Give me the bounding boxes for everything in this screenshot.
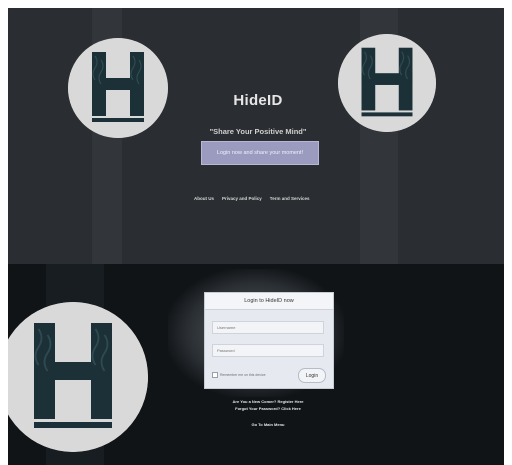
tagline: "Share Your Positive Mind"	[209, 127, 307, 136]
privacy-policy-link[interactable]: Privacy and Policy	[222, 196, 262, 201]
login-button[interactable]: Login	[298, 368, 326, 383]
remember-label: Remember me on this device	[220, 373, 266, 377]
h-logo-icon	[8, 302, 148, 452]
terms-link[interactable]: Term and Services	[270, 196, 310, 201]
remember-me[interactable]: Remember me on this device	[212, 372, 266, 378]
register-link[interactable]: Are You a New Comer? Register Here	[204, 398, 332, 405]
login-help-links: Are You a New Comer? Register Here Forgo…	[204, 398, 332, 428]
username-input[interactable]	[212, 321, 324, 334]
logo-left	[68, 38, 168, 138]
login-card: Login to HideID now Remember me on this …	[204, 292, 334, 389]
forgot-password-link[interactable]: Forgot Your Password? Click Here	[204, 405, 332, 412]
landing-screen: HideID "Share Your Positive Mind" Login …	[8, 8, 504, 264]
brand-title: HideID	[233, 92, 283, 109]
login-cta-button[interactable]: Login now and share your moment!	[201, 141, 319, 165]
main-menu-link[interactable]: Go To Main Menu	[204, 421, 332, 428]
h-logo-icon	[68, 38, 168, 138]
password-input[interactable]	[212, 344, 324, 357]
login-card-title: Login to HideID now	[205, 293, 333, 310]
footer-links: About Us Privacy and Policy Term and Ser…	[194, 196, 309, 201]
h-logo-icon	[338, 34, 436, 132]
login-screen: Login to HideID now Remember me on this …	[8, 264, 504, 465]
remember-checkbox[interactable]	[212, 372, 218, 378]
logo-right	[338, 34, 436, 132]
logo-large	[8, 302, 148, 452]
about-us-link[interactable]: About Us	[194, 196, 214, 201]
